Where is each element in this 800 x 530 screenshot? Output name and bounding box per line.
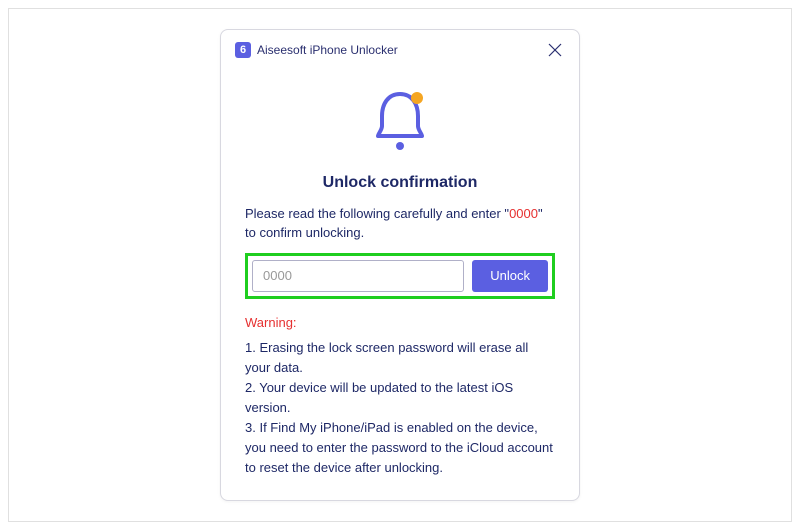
bell-icon bbox=[368, 86, 432, 156]
